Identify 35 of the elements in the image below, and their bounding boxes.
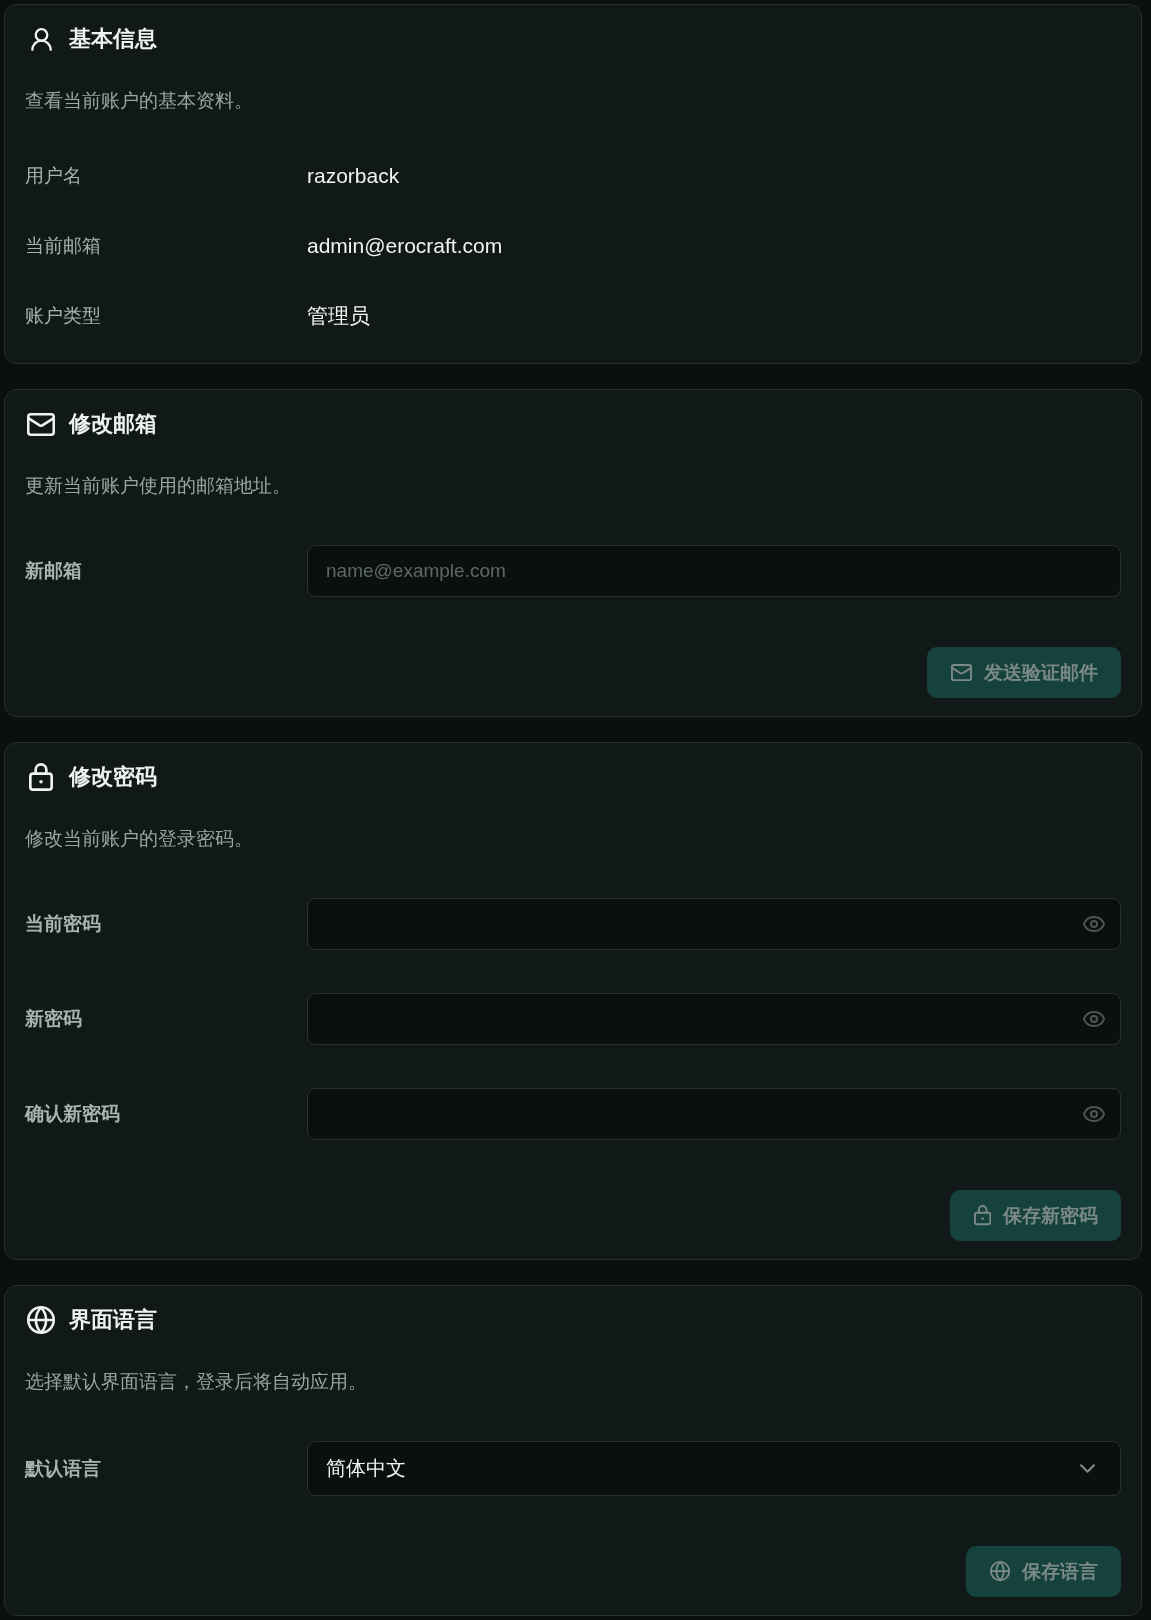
- section-title: 修改密码: [69, 763, 157, 791]
- eye-icon[interactable]: [1083, 1011, 1105, 1027]
- field-value: admin@erocraft.com: [307, 234, 503, 258]
- section-description: 查看当前账户的基本资料。: [25, 89, 253, 113]
- field-label: 新密码: [25, 1007, 82, 1031]
- field-label: 当前密码: [25, 912, 101, 936]
- password-input-field[interactable]: [307, 898, 1121, 950]
- field-label: 确认新密码: [25, 1102, 120, 1126]
- field-value: razorback: [307, 164, 400, 188]
- section-description: 修改当前账户的登录密码。: [25, 827, 253, 851]
- lock-icon: [29, 763, 53, 791]
- email-input-field[interactable]: name@example.com: [307, 545, 1121, 597]
- field-label: 默认语言: [25, 1456, 101, 1481]
- section-title: 基本信息: [69, 25, 157, 53]
- section-title: 界面语言: [69, 1306, 157, 1334]
- password-input-field[interactable]: [307, 993, 1121, 1045]
- globe-icon: [27, 1306, 55, 1334]
- language-select[interactable]: 简体中文: [307, 1441, 1121, 1496]
- user-icon: [30, 27, 52, 51]
- mail-icon: [27, 412, 55, 436]
- field-label: 用户名: [25, 164, 82, 188]
- field-label: 账户类型: [25, 304, 101, 328]
- section-title: 修改邮箱: [69, 410, 157, 438]
- mail-icon: [951, 663, 972, 682]
- lock-icon: [973, 1205, 991, 1226]
- section-description: 更新当前账户使用的邮箱地址。: [25, 474, 291, 498]
- eye-icon[interactable]: [1083, 916, 1105, 932]
- eye-icon[interactable]: [1083, 1106, 1105, 1122]
- field-label: 新邮箱: [25, 559, 82, 583]
- field-value: 管理员: [307, 303, 370, 329]
- globe-icon: [989, 1561, 1010, 1582]
- chevron-down-icon: [1080, 1464, 1095, 1473]
- password-input-field[interactable]: [307, 1088, 1121, 1140]
- section-description: 选择默认界面语言，登录后将自动应用。: [25, 1370, 367, 1394]
- field-label: 当前邮箱: [25, 234, 101, 258]
